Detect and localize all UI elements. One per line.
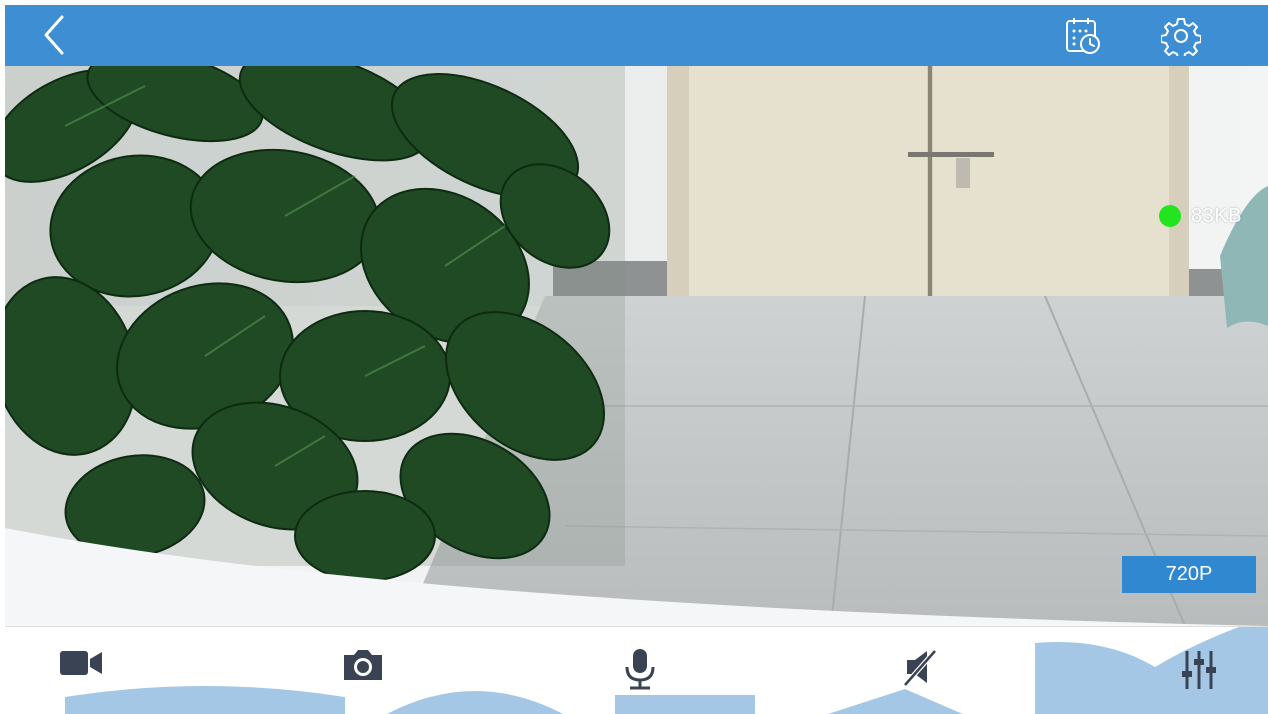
calendar-clock-icon <box>1066 18 1100 54</box>
resolution-button[interactable]: 720P <box>1122 556 1256 593</box>
bitrate-indicator: 83KB <box>1159 204 1242 228</box>
adjust-button[interactable] <box>1169 647 1229 707</box>
live-video-feed[interactable]: 83KB 720P <box>5 66 1268 626</box>
microphone-icon <box>625 649 655 690</box>
chevron-left-icon <box>44 15 64 55</box>
record-button[interactable] <box>51 647 111 707</box>
camera-scene-image <box>5 66 1268 626</box>
settings-button[interactable] <box>1158 13 1204 59</box>
bottom-toolbar <box>5 626 1268 714</box>
snapshot-button[interactable] <box>333 647 393 707</box>
connection-status-dot <box>1159 205 1181 227</box>
top-bar <box>5 5 1268 66</box>
video-camera-icon <box>60 651 102 675</box>
camera-live-view-screen: 83KB 720P <box>5 5 1268 714</box>
talk-button[interactable] <box>610 647 670 707</box>
back-button[interactable] <box>33 13 77 57</box>
schedule-button[interactable] <box>1061 13 1107 59</box>
bitrate-text: 83KB <box>1191 204 1242 227</box>
sliders-icon <box>1182 651 1216 689</box>
audio-toggle-button[interactable] <box>891 647 951 707</box>
speaker-muted-icon <box>903 649 937 687</box>
gear-icon <box>1161 18 1201 56</box>
camera-icon <box>344 650 382 680</box>
